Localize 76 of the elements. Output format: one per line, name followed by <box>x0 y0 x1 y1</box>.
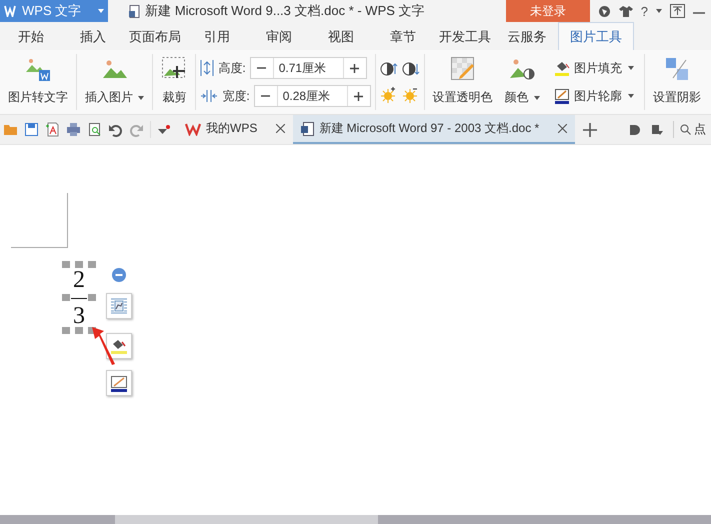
pdf-export-icon[interactable] <box>45 122 60 137</box>
outline-pen-icon <box>110 374 128 392</box>
width-label: 宽度: <box>222 88 250 104</box>
transparent-pen-icon <box>450 56 476 82</box>
numerator: 2 <box>72 267 86 293</box>
help-button[interactable]: ? <box>640 4 648 18</box>
caret-icon <box>628 66 634 70</box>
undo-icon[interactable] <box>108 122 123 137</box>
minus-icon <box>261 95 270 97</box>
app-menu-button[interactable]: WPS 文字 <box>0 0 108 22</box>
caret-icon <box>138 96 144 100</box>
ribbon-tab[interactable]: 图片工具 <box>558 22 634 50</box>
plus-icon <box>354 92 364 100</box>
ribbon-tab[interactable]: 章节 <box>372 22 434 50</box>
scrollbar-thumb[interactable] <box>115 515 378 524</box>
print-icon[interactable] <box>66 122 81 137</box>
color-button[interactable]: 颜色 <box>500 54 544 110</box>
caret-icon[interactable] <box>656 9 662 13</box>
w-logo-icon <box>4 5 16 17</box>
plus-icon[interactable] <box>583 122 598 136</box>
outline-button[interactable] <box>106 370 132 396</box>
selection-handles[interactable] <box>62 261 96 334</box>
paint-bucket-icon <box>554 60 570 76</box>
close-icon[interactable] <box>558 124 568 133</box>
restore-icon[interactable] <box>670 4 685 18</box>
picture-fill-button[interactable]: 图片填充 <box>554 60 634 76</box>
shadow-squares-icon <box>664 56 690 82</box>
set-transparent-button[interactable]: 设置透明色 <box>428 54 497 110</box>
search-icon <box>680 124 692 135</box>
ribbon-tab[interactable]: 云服务 <box>496 22 558 50</box>
window-title: 新建 Microsoft Word 9...3 文档.doc * - WPS 文字 <box>145 2 425 20</box>
picture-to-text-button[interactable]: 图片转文字 <box>4 54 72 110</box>
document-tab[interactable]: 我的WPS <box>177 115 294 144</box>
search-button[interactable]: 点 <box>673 121 706 138</box>
contrast-up-icon[interactable] <box>380 61 398 77</box>
paint-bucket-icon <box>110 338 128 354</box>
ribbon-tab[interactable]: 视图 <box>310 22 372 50</box>
layout-button[interactable] <box>106 293 132 319</box>
ribbon-tab[interactable]: 页面布局 <box>124 22 186 50</box>
height-label: 高度: <box>218 60 246 76</box>
w-logo-icon <box>185 122 201 136</box>
caret-icon <box>628 94 634 98</box>
picture-outline-button[interactable]: 图片轮廓 <box>554 88 634 104</box>
crop-button[interactable]: 裁剪 <box>157 54 192 110</box>
brightness-up-icon[interactable] <box>380 87 398 103</box>
shirt-icon[interactable] <box>618 4 633 18</box>
caret-icon[interactable] <box>157 124 171 136</box>
print-preview-icon[interactable] <box>87 122 102 137</box>
document-icon <box>301 122 314 136</box>
save-icon[interactable] <box>24 122 39 137</box>
contrast-down-icon[interactable] <box>402 61 420 77</box>
ribbon-tab[interactable]: 插入 <box>62 22 124 50</box>
picture-to-word-icon <box>25 56 51 82</box>
height-icon <box>200 59 214 77</box>
ribbon-tab[interactable]: 审阅 <box>248 22 310 50</box>
caret-icon <box>97 8 106 14</box>
insert-picture-button[interactable]: 插入图片 <box>81 54 148 110</box>
outline-pen-icon <box>554 88 570 104</box>
close-icon[interactable] <box>276 124 286 133</box>
height-spinner[interactable]: 0.71厘米 <box>250 57 367 79</box>
margin-corner-mark <box>11 193 68 248</box>
denominator: 3 <box>72 303 86 329</box>
ribbon-tab[interactable]: 开始 <box>0 22 62 50</box>
plus-icon <box>350 64 360 72</box>
width-spinner[interactable]: 0.28厘米 <box>254 85 371 107</box>
caret-icon <box>534 96 540 100</box>
set-shadow-button[interactable]: 设置阴影 <box>649 54 706 110</box>
wrap-text-icon <box>110 298 128 314</box>
ribbon-tab[interactable]: 引用 <box>186 22 248 50</box>
document-tab[interactable]: 新建 Microsoft Word 97 - 2003 文档.doc * <box>293 115 576 144</box>
document-icon <box>129 4 140 18</box>
ribbon-tab[interactable]: 开发工具 <box>434 22 496 50</box>
fill-button[interactable] <box>106 333 132 359</box>
collapse-icon[interactable] <box>112 268 126 282</box>
minus-icon <box>257 67 266 69</box>
width-icon <box>200 89 218 103</box>
